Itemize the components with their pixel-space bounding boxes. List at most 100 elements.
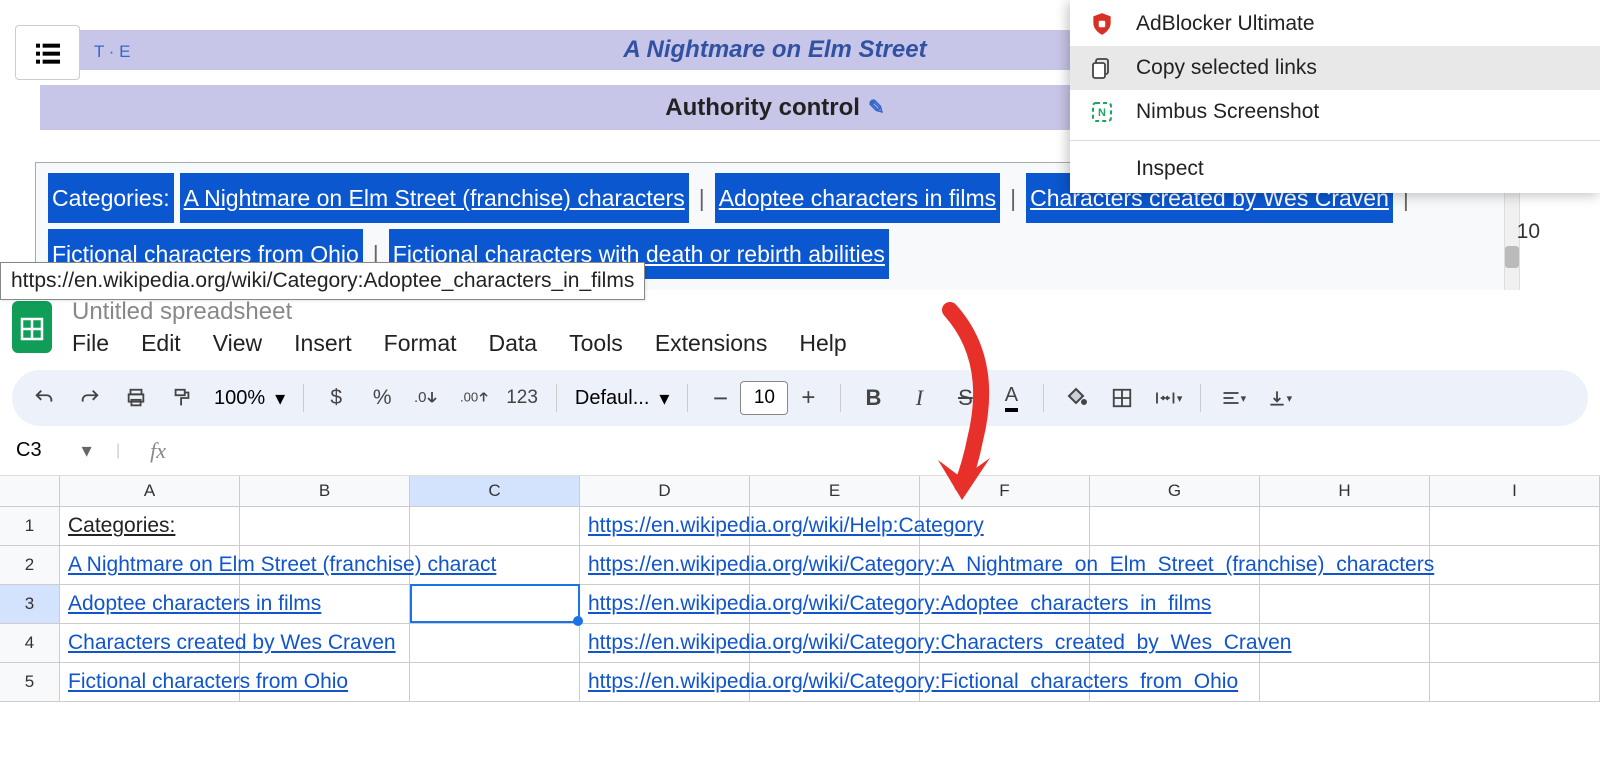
url-tooltip: https://en.wikipedia.org/wiki/Category:A… <box>0 262 645 300</box>
font-size-input[interactable] <box>740 381 788 415</box>
cell-I5[interactable] <box>1430 663 1600 701</box>
cell-I3[interactable] <box>1430 585 1600 623</box>
borders-button[interactable] <box>1108 384 1136 412</box>
cell-H1[interactable] <box>1260 507 1430 545</box>
menu-help[interactable]: Help <box>799 330 846 357</box>
col-header-I[interactable]: I <box>1430 476 1600 506</box>
format-123-button[interactable]: 123 <box>506 384 538 412</box>
italic-button[interactable]: I <box>905 384 933 412</box>
table-row: 3Adoptee characters in films https://en.w… <box>0 585 1600 624</box>
vte-link[interactable]: T · E <box>90 40 135 64</box>
sheets-app: Untitled spreadsheet File Edit View Inse… <box>0 290 1600 770</box>
table-row: 5Fictional characters from Ohio https://e… <box>0 663 1600 702</box>
toolbar-divider <box>687 384 688 412</box>
table-row: 4Characters created by Wes Craven https:/… <box>0 624 1600 663</box>
vertical-align-button[interactable]: ▾ <box>1265 384 1293 412</box>
col-header-D[interactable]: D <box>580 476 750 506</box>
cell-I1[interactable] <box>1430 507 1600 545</box>
menu-data[interactable]: Data <box>489 330 538 357</box>
merge-cells-button[interactable]: ▾ <box>1154 384 1182 412</box>
menu-file[interactable]: File <box>72 330 109 357</box>
cell-D5[interactable]: https://en.wikipedia.org/wiki/Category:F… <box>580 663 750 701</box>
bold-button[interactable]: B <box>859 384 887 412</box>
col-header-C[interactable]: C <box>410 476 580 506</box>
percent-button[interactable]: % <box>368 384 396 412</box>
menu-view[interactable]: View <box>213 330 262 357</box>
cell-G1[interactable] <box>1090 507 1260 545</box>
cell-D1[interactable]: https://en.wikipedia.org/wiki/Help:Categ… <box>580 507 750 545</box>
select-all-corner[interactable] <box>0 476 60 506</box>
cell-D3[interactable]: https://en.wikipedia.org/wiki/Category:A… <box>580 585 750 623</box>
cell-B1[interactable] <box>240 507 410 545</box>
col-header-H[interactable]: H <box>1260 476 1430 506</box>
cell-A3[interactable]: Adoptee characters in films <box>60 585 240 623</box>
cell-D2[interactable]: https://en.wikipedia.org/wiki/Category:A… <box>580 546 750 584</box>
nimbus-screenshot-item[interactable]: N Nimbus Screenshot <box>1070 90 1600 134</box>
row-header[interactable]: 1 <box>0 507 60 545</box>
cell-C3[interactable] <box>410 585 580 623</box>
font-select[interactable]: Defaul... ▾ <box>575 386 670 411</box>
decrease-decimal-button[interactable]: .0 <box>414 384 442 412</box>
copy-selected-links-item[interactable]: Copy selected links <box>1070 46 1600 90</box>
currency-button[interactable]: $ <box>322 384 350 412</box>
cell-A5[interactable]: Fictional characters from Ohio <box>60 663 240 701</box>
column-headers: A B C D E F G H I <box>0 476 1600 507</box>
cell-D4[interactable]: https://en.wikipedia.org/wiki/Category:C… <box>580 624 750 662</box>
menu-edit[interactable]: Edit <box>141 330 181 357</box>
col-header-E[interactable]: E <box>750 476 920 506</box>
print-button[interactable] <box>122 384 150 412</box>
row-header[interactable]: 2 <box>0 546 60 584</box>
list-icon <box>32 37 64 69</box>
category-link-0[interactable]: A Nightmare on Elm Street (franchise) ch… <box>180 173 689 223</box>
row-header[interactable]: 4 <box>0 624 60 662</box>
cell-A1[interactable]: Categories: <box>60 507 240 545</box>
undo-button[interactable] <box>30 384 58 412</box>
zoom-value: 100% <box>214 387 265 410</box>
cell-I4[interactable] <box>1430 624 1600 662</box>
menu-tools[interactable]: Tools <box>569 330 623 357</box>
col-header-F[interactable]: F <box>920 476 1090 506</box>
menu-format[interactable]: Format <box>384 330 457 357</box>
col-header-A[interactable]: A <box>60 476 240 506</box>
cell-A4[interactable]: Characters created by Wes Craven <box>60 624 240 662</box>
fx-icon: fx <box>150 438 166 464</box>
cell-I2[interactable] <box>1430 546 1600 584</box>
cell-C1[interactable] <box>410 507 580 545</box>
row-header[interactable]: 5 <box>0 663 60 701</box>
col-header-G[interactable]: G <box>1090 476 1260 506</box>
scrollbar-thumb[interactable] <box>1505 246 1519 268</box>
doc-title[interactable]: Untitled spreadsheet <box>72 298 1590 326</box>
edit-pencil-icon[interactable]: ✎ <box>868 95 885 120</box>
zoom-select[interactable]: 100% ▾ <box>214 386 285 411</box>
category-link-1[interactable]: Adoptee characters in films <box>715 173 1000 223</box>
adblocker-ultimate-item[interactable]: AdBlocker Ultimate <box>1070 2 1600 46</box>
table-row: 1Categories: https://en.wikipedia.org/wik… <box>0 507 1600 546</box>
fill-color-button[interactable] <box>1062 384 1090 412</box>
font-value: Defaul... <box>575 387 649 410</box>
paint-format-button[interactable] <box>168 384 196 412</box>
inspect-item[interactable]: Inspect <box>1070 147 1600 191</box>
increase-decimal-button[interactable]: .00 <box>460 384 488 412</box>
page-title: A Nightmare on Elm Street <box>623 36 926 64</box>
sheets-logo[interactable] <box>10 299 54 355</box>
formula-bar[interactable] <box>178 440 1584 462</box>
name-box[interactable]: C3 ▾ <box>16 438 116 463</box>
cell-C5[interactable] <box>410 663 580 701</box>
row-header[interactable]: 3 <box>0 585 60 623</box>
spreadsheet-grid: A B C D E F G H I 1Categories: https://en… <box>0 476 1600 702</box>
strikethrough-button[interactable]: S <box>951 384 979 412</box>
menu-extensions[interactable]: Extensions <box>655 330 768 357</box>
cell-H5[interactable] <box>1260 663 1430 701</box>
toc-button[interactable] <box>15 25 80 80</box>
increase-font-button[interactable]: + <box>794 384 822 412</box>
menu-insert[interactable]: Insert <box>294 330 352 357</box>
cell-A2[interactable]: A Nightmare on Elm Street (franchise) ch… <box>60 546 240 584</box>
cell-H3[interactable] <box>1260 585 1430 623</box>
text-color-button[interactable]: A <box>997 384 1025 412</box>
horizontal-align-button[interactable]: ▾ <box>1219 384 1247 412</box>
cell-C4[interactable] <box>410 624 580 662</box>
context-menu: AdBlocker Ultimate Copy selected links N… <box>1070 0 1600 193</box>
col-header-B[interactable]: B <box>240 476 410 506</box>
redo-button[interactable] <box>76 384 104 412</box>
decrease-font-button[interactable]: − <box>706 384 734 412</box>
